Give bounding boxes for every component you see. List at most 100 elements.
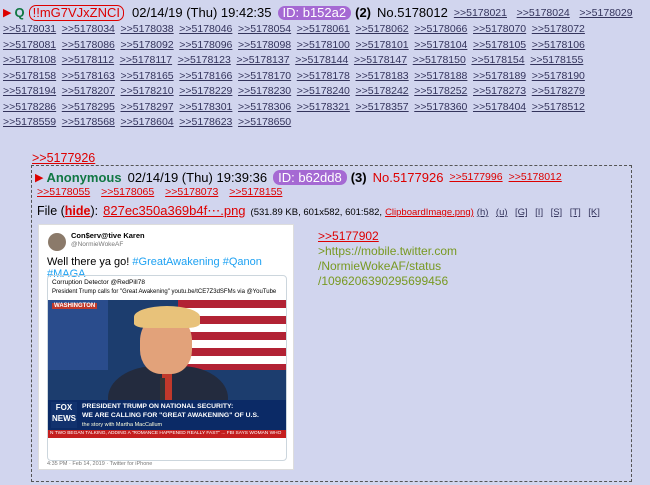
greentext-line: >https://mobile.twitter.com [318,244,458,258]
reply-link[interactable]: >>5178170 [238,70,291,82]
reply-link[interactable]: >>5178106 [532,39,585,51]
reply-link[interactable]: >>5178279 [532,85,585,97]
reply-link[interactable]: >>5178183 [356,70,409,82]
reply-link[interactable]: >>5178086 [62,39,115,51]
reply-link[interactable]: >>5178166 [179,70,232,82]
reply-link[interactable]: >>5178178 [297,70,350,82]
reply-link[interactable]: >>5178357 [356,101,409,113]
post-number-link[interactable]: No.5178012 [377,5,448,20]
poster-id-badge[interactable]: ID: b152a2 [277,5,352,20]
reply-link[interactable]: >>5178034 [62,23,115,35]
reply-link[interactable]: >>5178623 [179,116,232,128]
file-op-link[interactable]: [I] [535,207,543,218]
reply-link[interactable]: >>5178306 [238,101,291,113]
quoted-post-menu-arrow-icon[interactable]: ▶ [35,171,43,184]
reply-link[interactable]: >>5178154 [471,54,524,66]
reply-link[interactable]: >>5178194 [3,85,56,97]
reply-link[interactable]: >>5178297 [121,101,174,113]
hide-file-link[interactable]: hide [65,204,91,218]
reply-link[interactable]: >>5178360 [414,101,467,113]
file-op-link[interactable]: (h) [477,207,489,218]
reply-link[interactable]: >>5178163 [62,70,115,82]
reply-link[interactable]: >>5178072 [532,23,585,35]
reply-link[interactable]: >>5178190 [532,70,585,82]
quoted-post-date: 02/14/19 (Thu) 19:39:36 [127,169,268,185]
reply-link[interactable]: >>5178081 [3,39,56,51]
reply-link[interactable]: >>5178123 [178,54,231,66]
reply-link[interactable]: >>5178066 [414,23,467,35]
reply-link[interactable]: >>5178650 [238,116,291,128]
reply-link[interactable]: >>5178108 [3,54,56,66]
reply-link[interactable]: >>5178301 [179,101,232,113]
reply-link[interactable]: >>5178230 [238,85,291,97]
reply-link[interactable]: >>5178273 [473,85,526,97]
quoted-post-header: ▶ Anonymous 02/14/19 (Thu) 19:39:36 ID: … [35,168,562,186]
quoted-reply-link[interactable]: >>5178055 [37,186,90,198]
reply-link[interactable]: >>5178155 [530,54,583,66]
file-op-link[interactable]: [K] [588,207,600,218]
reply-link[interactable]: >>5178105 [473,39,526,51]
reply-link[interactable]: >>5178046 [179,23,232,35]
reply-link[interactable]: >>5178604 [121,116,174,128]
reply-link[interactable]: >>5178038 [121,23,174,35]
reply-link[interactable]: >>5178147 [354,54,407,66]
quoted-post-number-link[interactable]: No.5177926 [373,170,444,185]
reply-link[interactable]: >>5178158 [3,70,56,82]
reply-link[interactable]: >>5178286 [3,101,56,113]
post-date: 02/14/19 (Thu) 19:42:35 [132,4,272,20]
reply-links-row: >>5178031 >>5178034 >>5178038 >>5178046 >>51… [3,22,647,38]
reply-link[interactable]: >>5178101 [356,39,409,51]
reply-link[interactable]: >>5178512 [532,101,585,113]
reply-link[interactable]: >>5178252 [414,85,467,97]
quoted-reply-link[interactable]: >>5178065 [101,186,154,198]
reply-link[interactable]: >>5178054 [238,23,291,35]
reply-link[interactable]: >>5178189 [473,70,526,82]
reply-link[interactable]: >>5178104 [414,39,467,51]
location-tag: WASHINGTON [52,303,98,309]
quoted-poster-id-badge[interactable]: ID: b62dd8 [273,169,347,185]
post-menu-arrow-icon[interactable]: ▶ [3,6,11,20]
reply-link[interactable]: >>5178321 [297,101,350,113]
reply-link[interactable]: >>5178229 [179,85,232,97]
quote-link[interactable]: >>5177926 [32,151,95,165]
image-thumbnail[interactable]: Con$erv@tive Karen @NormieWokeAF Well th… [38,224,294,470]
reply-link[interactable]: >>5178568 [62,116,115,128]
file-op-link[interactable]: [S] [551,207,563,218]
reply-link[interactable]: >>5178021 [454,7,507,19]
reply-link[interactable]: >>5178112 [62,54,114,66]
reply-link[interactable]: >>5178031 [3,23,56,35]
file-op-link[interactable]: [G] [515,207,528,218]
quoted-reply-link[interactable]: >>5178073 [165,186,218,198]
reply-link[interactable]: >>5178404 [473,101,526,113]
quoted-reply-link[interactable]: >>5178012 [509,171,562,183]
reply-link[interactable]: >>5178150 [413,54,466,66]
file-op-link[interactable]: (u) [496,207,508,218]
reply-link[interactable]: >>5178240 [297,85,350,97]
reply-link[interactable]: >>5178062 [356,23,409,35]
reply-link[interactable]: >>5178137 [236,54,289,66]
reply-link[interactable]: >>5178092 [121,39,174,51]
quoted-reply-link[interactable]: >>5177996 [449,171,502,183]
reply-link[interactable]: >>5178029 [579,7,632,19]
reply-link[interactable]: >>5178100 [297,39,350,51]
reply-link[interactable]: >>5178242 [356,85,409,97]
reply-link[interactable]: >>5178096 [179,39,232,51]
reply-link[interactable]: >>5178098 [238,39,291,51]
reply-link[interactable]: >>5178295 [62,101,115,113]
reply-link[interactable]: >>5178117 [120,54,172,66]
body-quote-link[interactable]: >>5177902 [318,229,457,244]
reply-link[interactable]: >>5178188 [414,70,467,82]
reply-link[interactable]: >>5178559 [3,116,56,128]
reply-link[interactable]: >>5178024 [517,7,570,19]
reply-link[interactable]: >>5178207 [62,85,115,97]
file-name-link[interactable]: 827ec350a369b4f⋯.png [103,203,245,219]
original-filename-link[interactable]: ClipboardImage.png) [385,207,474,218]
quoted-reply-link[interactable]: >>5178155 [229,186,282,198]
reply-link[interactable]: >>5178144 [295,54,348,66]
reply-link[interactable]: >>5178070 [473,23,526,35]
reply-link[interactable]: >>5178061 [297,23,350,35]
file-meta: (531.89 KB, 601x582, 601:582, [250,207,383,218]
reply-link[interactable]: >>5178165 [121,70,174,82]
file-op-link[interactable]: [T] [570,207,581,218]
reply-link[interactable]: >>5178210 [121,85,174,97]
